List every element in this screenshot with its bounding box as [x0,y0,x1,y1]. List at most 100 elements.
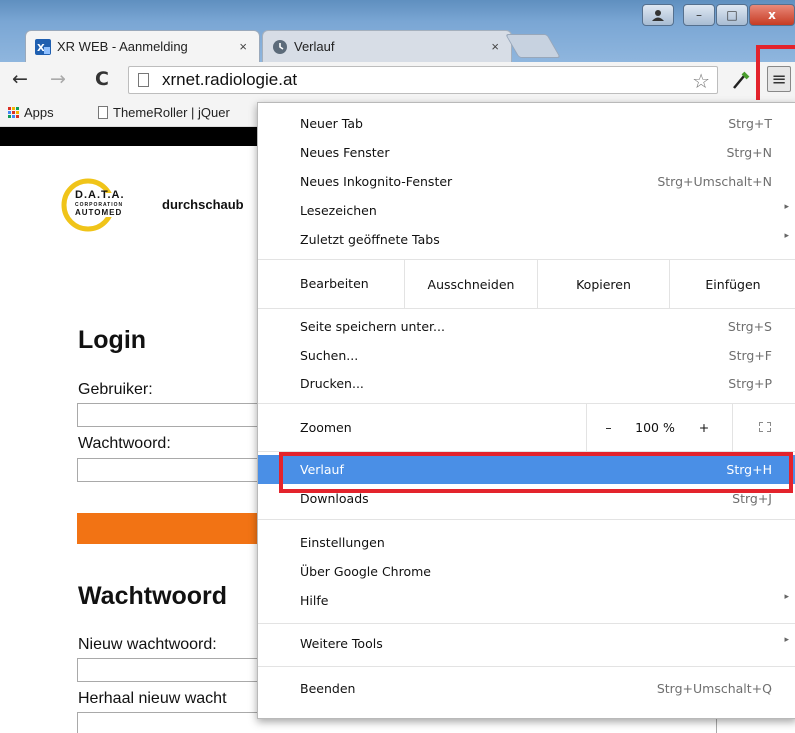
tagline: durchschaub [162,197,244,212]
menu-item-shortcut: Strg+Umschalt+N [657,174,772,189]
login-heading: Login [78,326,147,354]
tab-close-icon[interactable]: × [239,39,247,54]
menu-item-shortcut: Strg+Umschalt+Q [656,681,772,696]
logo-line: D.A.T.A. [75,189,125,201]
menu-item-label: Lesezeichen [300,203,377,218]
menu-item-shortcut: Strg+N [726,145,772,160]
menu-item-print[interactable]: Drucken... Strg+P [258,369,795,398]
menu-separator [258,623,795,624]
person-icon [652,10,664,21]
menu-item-shortcut: Strg+F [728,348,772,363]
tab-close-icon[interactable]: × [491,39,499,54]
menu-separator [258,308,795,309]
menu-item-label: Neuer Tab [300,116,363,131]
menu-item-label: Weitere Tools [300,636,383,651]
bookmark-themeroller[interactable]: ThemeRoller | jQuer [98,105,230,120]
new-password-label: Nieuw wachtwoord: [78,636,217,653]
fullscreen-icon [758,422,771,432]
bookmark-label: Apps [24,105,54,120]
menu-separator [258,519,795,520]
bookmark-label: ThemeRoller | jQuer [113,105,230,120]
menu-item-recent-tabs[interactable]: Zuletzt geöffnete Tabs ▸ [258,225,795,254]
menu-item-more-tools[interactable]: Weitere Tools ▸ [258,629,795,658]
menu-item-shortcut: Strg+P [728,376,772,391]
close-window-button[interactable]: x [749,4,795,26]
history-item-highlight [279,452,793,493]
logo-wordmark: D.A.T.A. CORPORATION AUTOMED [75,190,125,217]
menu-item-label: Zuletzt geöffnete Tabs [300,232,440,247]
profile-button[interactable] [642,4,674,26]
title-bar: X XR WEB - Aanmelding × Verlauf × – □ x [0,0,795,62]
menu-item-save-page[interactable]: Seite speichern unter... Strg+S [258,312,795,341]
password-label: Wachtwoord: [78,435,171,452]
repeat-password-label: Herhaal nieuw wacht [78,690,227,707]
xr-favicon-icon: X [35,39,51,55]
browser-window: X XR WEB - Aanmelding × Verlauf × – □ x … [0,0,795,733]
menu-item-find[interactable]: Suchen... Strg+F [258,341,795,370]
zoom-out-button[interactable]: – [586,403,630,451]
menu-item-label: Hilfe [300,593,329,608]
paste-button[interactable]: Einfügen [669,260,795,308]
cut-button[interactable]: Ausschneiden [404,260,537,308]
maximize-button[interactable]: □ [716,4,748,26]
menu-item-label: Neues Inkognito-Fenster [300,174,453,189]
submenu-arrow-icon: ▸ [784,635,789,645]
page-header-bar [0,127,260,146]
edit-label: Bearbeiten [300,276,369,291]
menu-separator [258,666,795,667]
menu-item-shortcut: Strg+T [728,116,772,131]
logo-line: AUTOMED [75,208,123,217]
menu-item-shortcut: Strg+S [727,319,772,334]
zoom-value: 100 % [635,419,675,435]
new-tab-button[interactable] [505,34,561,58]
toolbar: ← → C xrnet.radiologie.at ☆ [0,62,795,101]
menu-item-new-window[interactable]: Neues Fenster Strg+N [258,138,795,167]
menu-item-about-chrome[interactable]: Über Google Chrome [258,557,795,586]
url-text[interactable]: xrnet.radiologie.at [162,70,297,90]
menu-item-label: Suchen... [300,348,359,363]
zoom-in-button[interactable]: + [680,403,728,451]
page-icon [138,73,149,87]
reload-button[interactable]: C [90,68,114,90]
menu-edit-row: Bearbeiten Ausschneiden Kopieren Einfüge… [258,260,795,308]
login-button[interactable] [77,513,277,544]
menu-item-label: Downloads [300,491,369,506]
fullscreen-button[interactable] [732,403,795,451]
menu-item-help[interactable]: Hilfe ▸ [258,586,795,615]
apps-grid-icon [8,107,19,118]
menu-item-exit[interactable]: Beenden Strg+Umschalt+Q [258,674,795,703]
menu-item-label: Beenden [300,681,356,696]
menu-item-incognito[interactable]: Neues Inkognito-Fenster Strg+Umschalt+N [258,167,795,196]
tab-xr-web[interactable]: X XR WEB - Aanmelding × [25,30,260,62]
menu-item-bookmarks[interactable]: Lesezeichen ▸ [258,196,795,225]
tab-title: Verlauf [294,39,335,54]
minimize-button[interactable]: – [683,4,715,26]
menu-item-label: Über Google Chrome [300,564,431,579]
change-password-heading: Wachtwoord [78,582,228,610]
zoom-label: Zoomen [300,420,352,435]
history-clock-icon [273,40,287,54]
bookmark-star-icon[interactable]: ☆ [692,69,710,93]
forward-button[interactable]: → [46,68,70,90]
menu-item-label: Seite speichern unter... [300,319,445,334]
submenu-arrow-icon: ▸ [784,231,789,241]
copy-button[interactable]: Kopieren [537,260,669,308]
tab-title: XR WEB - Aanmelding [57,39,188,54]
eyedropper-extension-icon[interactable] [730,68,752,92]
menu-item-label: Neues Fenster [300,145,390,160]
svg-text:X: X [37,43,45,54]
menu-item-label: Einstellungen [300,535,385,550]
menu-item-new-tab[interactable]: Neuer Tab Strg+T [258,109,795,138]
submenu-arrow-icon: ▸ [784,592,789,602]
menu-item-label: Drucken... [300,376,364,391]
menu-zoom-row: Zoomen – 100 % + [258,403,795,451]
menu-item-settings[interactable]: Einstellungen [258,528,795,557]
tab-verlauf[interactable]: Verlauf × [262,30,512,62]
bookmark-apps[interactable]: Apps [8,105,54,120]
back-button[interactable]: ← [8,68,32,90]
user-label: Gebruiker: [78,381,153,398]
document-icon [98,106,108,119]
submenu-arrow-icon: ▸ [784,202,789,212]
menu-item-shortcut: Strg+J [732,491,772,506]
address-bar[interactable]: xrnet.radiologie.at ☆ [128,66,718,94]
